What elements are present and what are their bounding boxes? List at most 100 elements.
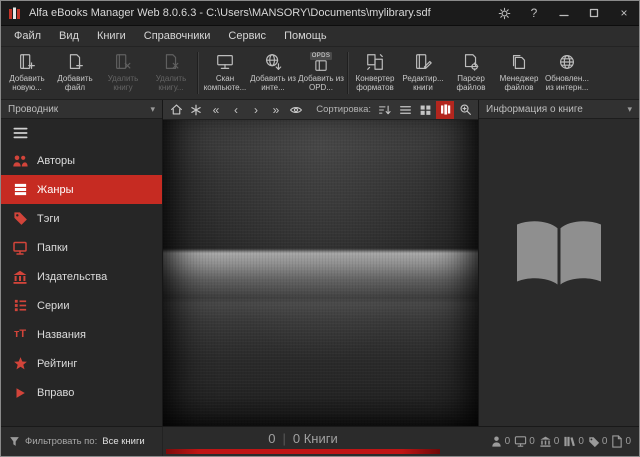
app-logo-icon	[7, 5, 23, 21]
toolbar-update-from-internet-button[interactable]: Обновлен... из интерн...	[543, 48, 591, 98]
series-counter: 0	[563, 435, 584, 448]
selected-count: 0	[268, 431, 276, 446]
sidebar-item-tags[interactable]: Тэги	[1, 204, 162, 233]
explorer-nav-list: Авторы Жанры Тэги Папки Издательства Сер…	[1, 146, 162, 426]
sidebar-item-folders[interactable]: Папки	[1, 233, 162, 262]
sort-label: Сортировка:	[316, 104, 371, 115]
toolbar-format-converter-button[interactable]: Конвертер форматов	[351, 48, 399, 98]
toolbar-file-parser-button[interactable]: Парсер файлов	[447, 48, 495, 98]
close-button[interactable]: ×	[609, 1, 639, 25]
toolbar-separator	[197, 52, 199, 94]
genres-counter: 0	[514, 435, 535, 448]
toolbar-file-manager-button[interactable]: Менеджер файлов	[495, 48, 543, 98]
settings-gear-icon[interactable]	[489, 1, 519, 25]
sidebar-item-label: Серии	[37, 299, 70, 312]
filter-section: Фильтровать по: Все книги	[1, 427, 163, 456]
main-area: Проводник ▾ Авторы Жанры Тэги Папки Изда…	[1, 100, 639, 426]
window-title: Alfa eBooks Manager Web 8.0.6.3 - C:\Use…	[29, 7, 431, 19]
publishers-icon	[12, 269, 28, 285]
toolbar-button-label: Добавить новую...	[9, 74, 45, 92]
opds-badge: OPDS	[309, 52, 333, 60]
book-info-header[interactable]: Информация о книге ▾	[479, 100, 639, 119]
toolbar-button-label: Редактир... книги	[402, 74, 444, 92]
sidebar-item-authors[interactable]: Авторы	[1, 146, 162, 175]
window-controls: ? ×	[489, 1, 639, 25]
folders-icon	[12, 240, 28, 256]
menu-file[interactable]: Файл	[5, 27, 50, 45]
coverflow-view-button[interactable]	[436, 100, 454, 119]
toolbar-button-label: Удалить книгу	[107, 74, 139, 92]
titles-icon: тТ	[13, 328, 27, 340]
toolbar-button-label: Обновлен... из интерн...	[545, 74, 589, 92]
toolbar-edit-book-button[interactable]: Редактир... книги	[399, 48, 447, 98]
sidebar-item-publishers[interactable]: Издательства	[1, 262, 162, 291]
star-icon	[12, 356, 28, 372]
delete-book-icon	[113, 51, 133, 73]
last-page-button[interactable]: »	[267, 101, 285, 119]
toolbar-add-from-opds-button[interactable]: OPDS Добавить из OPD...	[297, 48, 345, 98]
filter-funnel-icon	[10, 437, 19, 446]
toolbar-add-file-button[interactable]: Добавить файл	[51, 48, 99, 98]
toolbar-button-label: Менеджер файлов	[499, 74, 539, 92]
sidebar-item-genres[interactable]: Жанры	[1, 175, 162, 204]
eye-view-button[interactable]	[287, 101, 305, 119]
scan-computer-icon	[215, 51, 235, 73]
help-button[interactable]: ?	[519, 1, 549, 25]
toolbar-add-from-internet-button[interactable]: Добавить из инте...	[249, 48, 297, 98]
sidebar-item-right[interactable]: Вправо	[1, 378, 162, 407]
list-view-button[interactable]	[396, 101, 414, 119]
sidebar-item-label: Вправо	[37, 386, 75, 399]
grid-view-button[interactable]	[416, 101, 434, 119]
chevron-down-icon: ▾	[627, 103, 632, 114]
toolbar-scan-computer-button[interactable]: Скан компьюте...	[201, 48, 249, 98]
book-view-area: « ‹ › » Сортировка:	[163, 100, 479, 426]
menubar: Файл Вид Книги Справочники Сервис Помощь	[1, 25, 639, 46]
toolbar-delete-book-file-button[interactable]: Удалить книгу...	[147, 48, 195, 98]
display-icon	[515, 436, 527, 447]
toolbar-button-label: Парсер файлов	[456, 74, 486, 92]
library-counters: 0 0 0 0 0 0	[443, 427, 639, 456]
book-carousel[interactable]	[163, 120, 478, 426]
home-button[interactable]	[167, 101, 185, 119]
add-file-icon	[65, 51, 85, 73]
toolbar-button-label: Добавить файл	[57, 74, 93, 92]
toolbar-button-label: Добавить из OPD...	[298, 74, 344, 92]
toolbar-button-label: Добавить из инте...	[250, 74, 296, 92]
chevron-down-icon: ▾	[150, 103, 155, 114]
minimize-button[interactable]	[549, 1, 579, 25]
hamburger-icon	[13, 127, 28, 138]
authors-icon	[12, 153, 28, 169]
sidebar-item-rating[interactable]: Рейтинг	[1, 349, 162, 378]
sidebar-item-titles[interactable]: тТ Названия	[1, 320, 162, 349]
menu-view[interactable]: Вид	[50, 27, 88, 45]
favorites-asterisk-button[interactable]	[187, 101, 205, 119]
person-icon	[491, 436, 501, 447]
book-info-header-label: Информация о книге	[486, 103, 583, 115]
toolbar: Добавить новую... Добавить файл Удалить …	[1, 46, 639, 100]
sidebar-item-series[interactable]: Серии	[1, 291, 162, 320]
sidebar-item-label: Рейтинг	[37, 357, 78, 370]
previous-page-button[interactable]: ‹	[227, 101, 245, 119]
toolbar-button-label: Конвертер форматов	[355, 74, 395, 92]
sort-order-button[interactable]	[376, 101, 394, 119]
maximize-button[interactable]	[579, 1, 609, 25]
hamburger-menu-button[interactable]	[1, 119, 162, 146]
toolbar-separator	[347, 52, 349, 94]
menu-help[interactable]: Помощь	[275, 27, 336, 45]
sidebar-item-label: Папки	[37, 241, 68, 254]
filter-value-dropdown[interactable]: Все книги	[102, 436, 145, 447]
sidebar-item-label: Тэги	[37, 212, 60, 225]
books-shelf-icon	[564, 436, 576, 447]
toolbar-add-new-book-button[interactable]: Добавить новую...	[3, 48, 51, 98]
file-icon	[612, 435, 623, 448]
file-manager-icon	[509, 51, 529, 73]
zoom-in-icon[interactable]	[456, 101, 474, 119]
menu-references[interactable]: Справочники	[135, 27, 220, 45]
next-page-button[interactable]: ›	[247, 101, 265, 119]
menu-service[interactable]: Сервис	[219, 27, 275, 45]
series-icon	[12, 298, 28, 314]
toolbar-delete-book-button[interactable]: Удалить книгу	[99, 48, 147, 98]
first-page-button[interactable]: «	[207, 101, 225, 119]
explorer-header[interactable]: Проводник ▾	[1, 100, 162, 119]
menu-books[interactable]: Книги	[88, 27, 135, 45]
